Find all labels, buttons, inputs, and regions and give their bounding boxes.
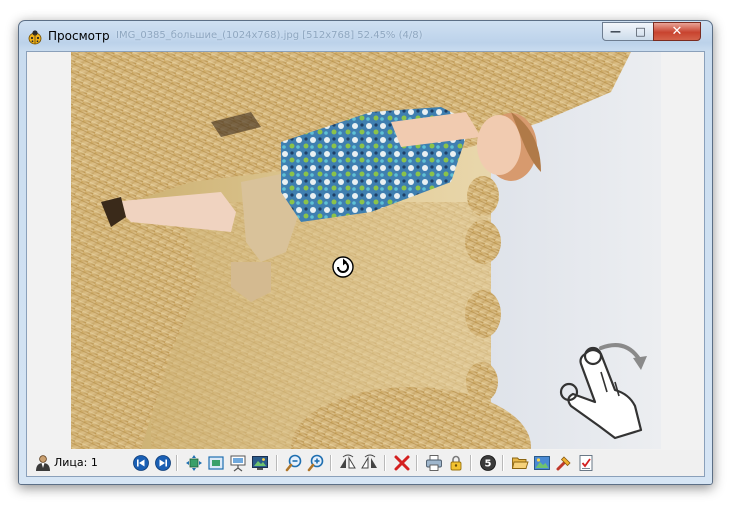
touch-rotate-gesture-icon [559, 343, 647, 440]
window-subtitle: IMG_0385_большие_(1024x768).jpg [512x768… [116, 30, 423, 41]
delete-icon[interactable] [393, 454, 411, 472]
rotate-left-icon[interactable] [339, 454, 357, 472]
close-icon: ✕ [671, 24, 683, 39]
rotate-cursor-icon [332, 256, 354, 278]
person-icon[interactable] [34, 454, 52, 472]
viewer-window: Просмотр IMG_0385_большие_(1024x768).jpg… [18, 20, 713, 485]
toolbar-separator [416, 455, 418, 471]
image-viewport[interactable] [27, 52, 704, 450]
print-icon[interactable] [425, 454, 443, 472]
toolbar-separator [330, 455, 332, 471]
minimize-icon: — [610, 25, 621, 38]
page-number-label: 5 [485, 459, 492, 470]
rotate-right-icon[interactable] [361, 454, 379, 472]
fit-to-window-icon[interactable] [185, 454, 203, 472]
bottom-toolbar: Лица: 1 5 [27, 450, 704, 476]
ladybug-icon [28, 30, 42, 45]
desktop-wallpaper-icon[interactable] [251, 454, 269, 472]
number-badge-icon[interactable]: 5 [479, 454, 497, 472]
minimize-button[interactable]: — [602, 22, 629, 41]
toolbar-separator [470, 455, 472, 471]
title-bar[interactable]: Просмотр IMG_0385_большие_(1024x768).jpg… [19, 21, 712, 50]
toolbar-separator [176, 455, 178, 471]
zoom-out-icon[interactable] [285, 454, 303, 472]
toolbar-separator [502, 455, 504, 471]
slideshow-icon[interactable] [229, 454, 247, 472]
image-editor-icon[interactable] [533, 454, 551, 472]
lock-icon[interactable] [447, 454, 465, 472]
maximize-button[interactable]: □ [628, 22, 654, 41]
close-button[interactable]: ✕ [653, 22, 701, 41]
actual-size-icon[interactable] [207, 454, 225, 472]
tools-icon[interactable] [555, 454, 573, 472]
checklist-icon[interactable] [577, 454, 595, 472]
maximize-icon: □ [635, 25, 646, 38]
toolbar-separator [384, 455, 386, 471]
toolbar-separator [276, 455, 278, 471]
next-icon[interactable] [154, 454, 172, 472]
faces-count-label: Лица: 1 [54, 456, 98, 469]
previous-icon[interactable] [132, 454, 150, 472]
client-area: Лица: 1 5 [26, 51, 705, 477]
zoom-in-icon[interactable] [307, 454, 325, 472]
open-folder-icon[interactable] [511, 454, 529, 472]
window-title: Просмотр [48, 29, 110, 43]
